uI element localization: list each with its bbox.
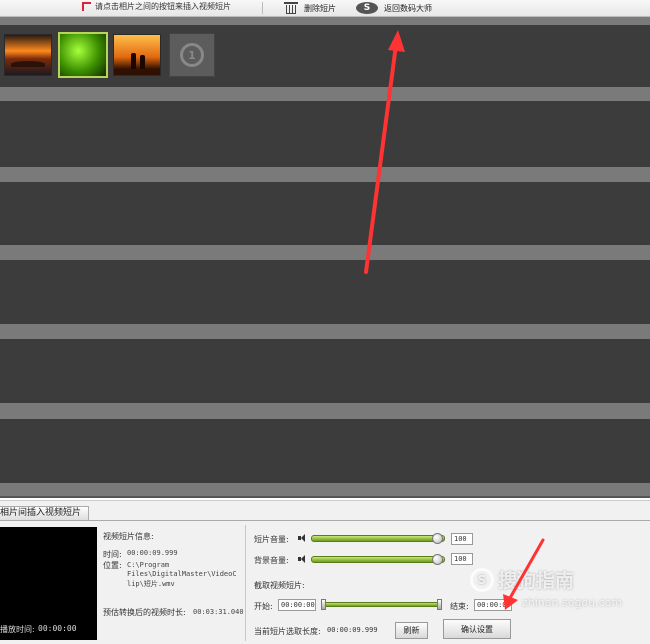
clip-volume-slider[interactable] <box>311 535 445 542</box>
delete-clip-button[interactable]: 删除短片 <box>284 0 336 16</box>
clip-volume-label: 短片音量: <box>254 535 289 544</box>
estimated-duration-value: 00:03:31.040 <box>193 608 244 616</box>
clip-location-label: 位置: <box>103 561 122 570</box>
clip-location-line-3: lip\短片.wmv <box>127 580 175 588</box>
trash-icon <box>284 2 298 14</box>
insert-hint-text: 请点击相片之间的按钮来插入视频短片 <box>95 2 231 11</box>
insert-corner-icon <box>82 2 91 11</box>
timeline-row-6 <box>0 419 650 483</box>
timeline-strip <box>0 245 650 260</box>
timeline-row-4 <box>0 260 650 324</box>
top-toolbar: 请点击相片之间的按钮来插入视频短片 删除短片 S 返回数码大师 <box>0 0 650 17</box>
confirm-settings-button[interactable]: 确认设置 <box>443 619 511 639</box>
panel-divider <box>245 525 246 641</box>
loading-placeholder-thumbnail: 1 <box>169 33 215 77</box>
bg-volume-label: 背景音量: <box>254 556 289 565</box>
watermark-name: 搜狗指南 <box>498 570 575 592</box>
bg-volume-input[interactable]: 100 <box>451 553 473 565</box>
tab-insert-video-clip[interactable]: 相片间插入视频短片 <box>0 506 90 521</box>
estimated-duration-label: 预估转换后的视频时长: <box>103 608 186 617</box>
watermark-url: zhinan.sogou.com <box>522 596 623 609</box>
end-label: 结束: <box>450 602 469 611</box>
sogou-logo-icon: S <box>470 567 494 592</box>
timeline-strip <box>0 324 650 339</box>
start-label: 开始: <box>254 602 273 611</box>
timeline-row-2 <box>0 101 650 167</box>
timeline-row-3 <box>0 182 650 245</box>
timeline-row-5 <box>0 339 650 403</box>
clip-volume-knob[interactable] <box>432 533 443 544</box>
bg-volume-slider[interactable] <box>311 556 445 563</box>
photo-thumbnail-couple-sunset[interactable] <box>113 34 161 76</box>
back-to-master-label: 返回数码大师 <box>384 3 432 13</box>
capture-label: 截取视频短片: <box>254 581 305 590</box>
clip-info-title: 视频短片信息: <box>103 532 154 541</box>
timeline-strip <box>0 167 650 182</box>
timeline-strip <box>0 87 650 101</box>
speaker-icon <box>298 534 308 542</box>
timeline-strip <box>0 483 650 496</box>
clip-location-line-2: Files\DigitalMaster\VideoC <box>127 570 237 578</box>
back-to-master-button[interactable]: S 返回数码大师 <box>356 0 432 16</box>
start-time-input[interactable]: 00:00:00 <box>278 599 316 611</box>
speaker-icon <box>298 555 308 563</box>
refresh-button[interactable]: 刷新 <box>395 622 428 639</box>
sogou-watermark: S 搜狗指南 <box>470 566 574 593</box>
loading-icon: 1 <box>180 43 204 67</box>
bg-volume-knob[interactable] <box>432 554 443 565</box>
clip-time-label: 时间: <box>103 550 122 559</box>
clip-volume-input[interactable]: 100 <box>451 533 473 545</box>
toolbar-separator <box>262 2 263 14</box>
playback-time-value: 00:00:00 <box>38 624 77 633</box>
insert-hint: 请点击相片之间的按钮来插入视频短片 <box>82 1 231 12</box>
delete-clip-label: 删除短片 <box>304 3 336 13</box>
timeline-strip <box>0 403 650 419</box>
end-time-input[interactable]: 00:00:09 <box>474 599 512 611</box>
timeline-strip <box>0 17 650 25</box>
timeline-bottom-edge <box>0 496 650 498</box>
current-length-label: 当前短片选取长度: <box>254 627 321 636</box>
video-clip-thumbnail-selected[interactable] <box>58 32 108 78</box>
capture-range-bar[interactable] <box>324 602 442 607</box>
range-end-handle[interactable] <box>437 599 442 610</box>
tab-underline <box>0 520 650 521</box>
playback-time-label: 播放时间: <box>0 625 35 634</box>
clip-location-line-1: C:\Program <box>127 561 170 569</box>
digital-master-logo-icon: S <box>356 2 378 14</box>
photo-thumbnail-sunset-lake[interactable] <box>4 34 52 76</box>
range-start-handle[interactable] <box>321 599 326 610</box>
clip-time-value: 00:00:09.999 <box>127 549 178 557</box>
current-length-value: 00:00:09.999 <box>327 626 378 634</box>
